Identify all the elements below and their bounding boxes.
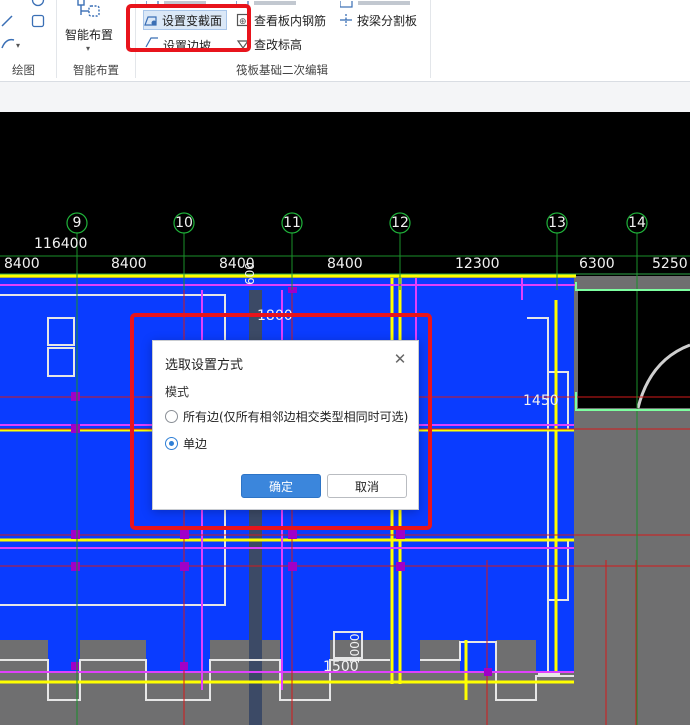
rectangle-tool-icon[interactable]: [31, 14, 45, 28]
modify-elevation-label: 查改标高: [254, 37, 303, 52]
single-edge-option[interactable]: 单边: [165, 435, 207, 452]
span-dimension: 12300: [455, 256, 500, 272]
circle-tool-icon[interactable]: [31, 0, 45, 7]
vertical-dimension-label: 600: [243, 262, 257, 285]
vertical-dimension-label: 1000: [348, 633, 362, 664]
cut-off-toolbar-item[interactable]: [340, 0, 420, 10]
total-dimension: 116400: [34, 236, 88, 252]
draw-group-label: 绘图: [12, 63, 35, 77]
dimension-label: 1450: [523, 393, 559, 409]
smart-layout-button[interactable]: 智能布置 ▾: [62, 0, 116, 56]
axis-label: 10: [175, 215, 193, 231]
arc-tool-icon[interactable]: ▾: [0, 36, 22, 50]
radio-button-selected[interactable]: [165, 437, 178, 450]
smart-layout-group-label: 智能布置: [73, 63, 119, 77]
group-separator: [56, 0, 57, 78]
all-edges-label: 所有边(仅所有相邻边相交类型相同时可选): [183, 410, 409, 424]
select-mode-dialog: 选取设置方式 ✕ 模式 所有边(仅所有相邻边相交类型相同时可选) 单边 确定 取…: [152, 340, 419, 510]
line-tool-icon[interactable]: [0, 14, 14, 28]
axis-label: 11: [283, 215, 301, 231]
cancel-button[interactable]: 取消: [327, 474, 407, 498]
view-rebar-label: 查看板内钢筋: [254, 13, 327, 28]
toolbar-gap: [0, 82, 690, 112]
close-icon[interactable]: ✕: [392, 351, 408, 367]
dialog-title: 选取设置方式: [165, 358, 244, 373]
span-dimension: 5250: [652, 256, 688, 272]
axis-label: 9: [72, 215, 82, 231]
radio-button[interactable]: [165, 410, 178, 423]
svg-text:▾: ▾: [16, 41, 20, 50]
ribbon-toolbar: ▾ 绘图 智能布置 ▾ 智能布置 设置变截面 ⊕ 查看板内钢筋 按梁分割板 设置…: [0, 0, 690, 82]
foundation-edit-group-label: 筏板基础二次编辑: [236, 63, 328, 77]
axis-label: 13: [548, 215, 566, 231]
split-slab-icon: [339, 13, 353, 27]
single-edge-label: 单边: [183, 437, 208, 451]
split-by-beam-button[interactable]: 按梁分割板: [339, 10, 417, 30]
span-dimension: 6300: [579, 256, 615, 272]
mode-label: 模式: [165, 385, 190, 399]
group-separator: [430, 0, 431, 78]
split-by-beam-label: 按梁分割板: [357, 13, 418, 28]
chevron-down-icon: ▾: [86, 44, 91, 53]
axis-label: 12: [391, 215, 409, 231]
all-edges-option[interactable]: 所有边(仅所有相邻边相交类型相同时可选): [165, 408, 408, 425]
axis-label: 14: [628, 215, 646, 231]
span-dimension: 8400: [111, 256, 147, 272]
smart-layout-label: 智能布置: [65, 28, 114, 42]
span-dimension: 8400: [327, 256, 363, 272]
smart-layout-icon: [74, 0, 104, 19]
span-dimension: 8400: [4, 256, 40, 272]
ok-button[interactable]: 确定: [241, 474, 321, 498]
highlight-box: [126, 4, 251, 52]
